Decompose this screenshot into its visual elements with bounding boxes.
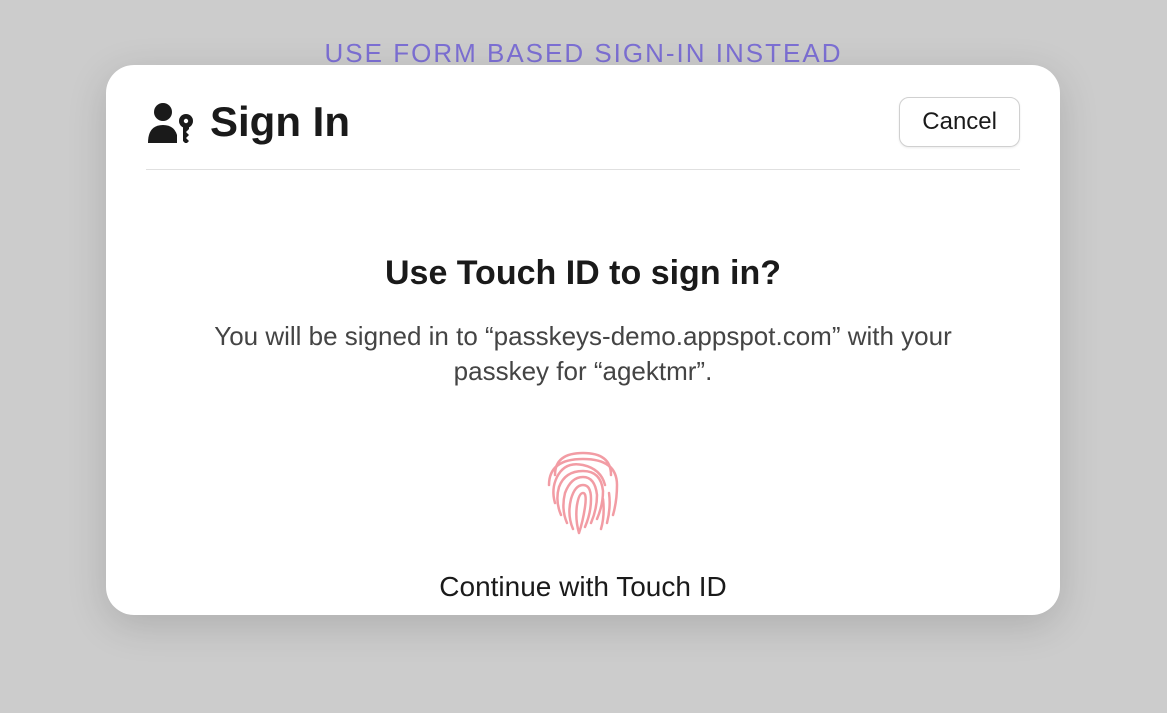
prompt-heading: Use Touch ID to sign in? xyxy=(146,254,1020,293)
dialog-title: Sign In xyxy=(210,98,350,146)
title-group: Sign In xyxy=(146,98,350,146)
dialog-body: Use Touch ID to sign in? You will be sig… xyxy=(146,170,1020,603)
sign-in-dialog: Sign In Cancel Use Touch ID to sign in? … xyxy=(106,65,1060,615)
continue-touchid-label: Continue with Touch ID xyxy=(439,571,726,603)
cancel-button[interactable]: Cancel xyxy=(899,97,1020,147)
passkey-icon xyxy=(146,101,196,143)
prompt-description: You will be signed in to “passkeys-demo.… xyxy=(203,319,963,389)
fingerprint-icon xyxy=(535,445,631,541)
dialog-header: Sign In Cancel xyxy=(146,97,1020,170)
touchid-section[interactable]: Continue with Touch ID xyxy=(146,445,1020,603)
